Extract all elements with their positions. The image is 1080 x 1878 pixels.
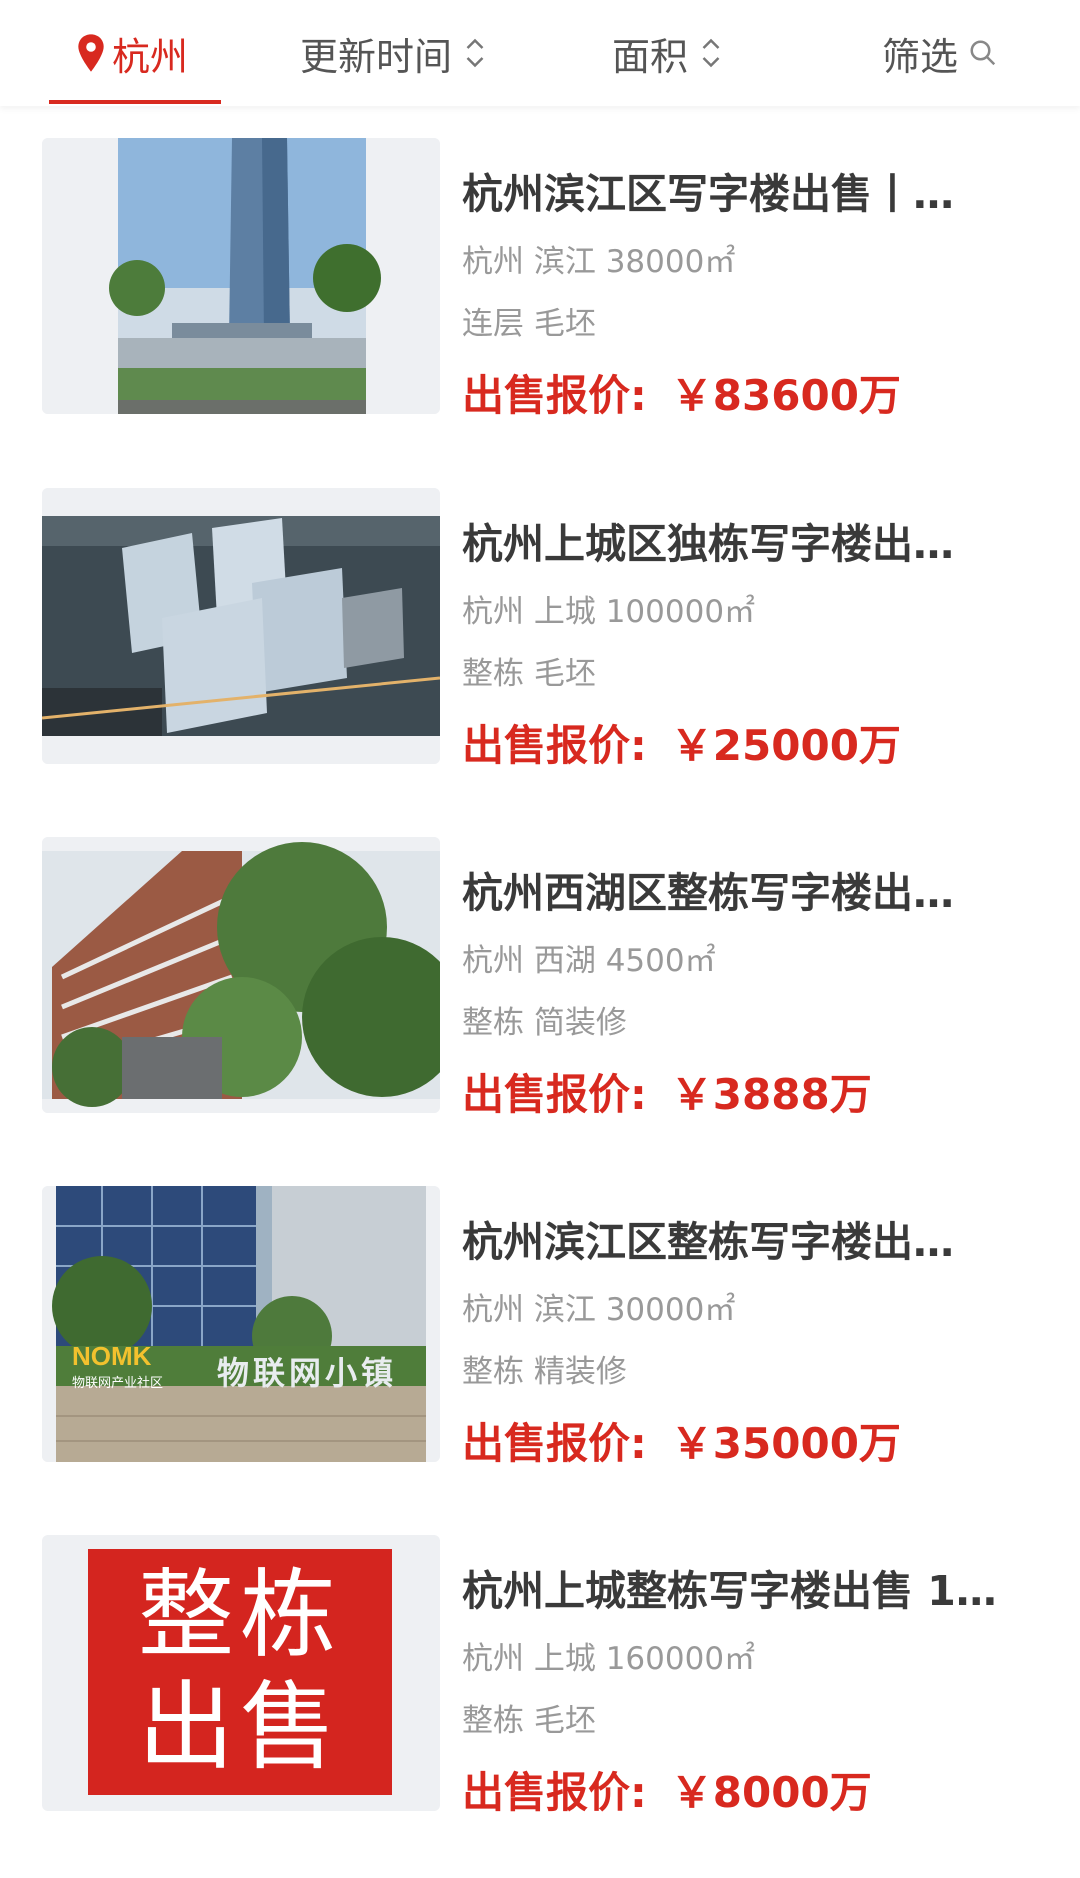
- listing-price: 出售报价: ￥3888万: [462, 1061, 872, 1122]
- listing-title: 杭州上城区独栋写字楼出…: [462, 520, 954, 568]
- listing-price: 出售报价: ￥25000万: [462, 712, 901, 773]
- price-label: 出售报价:: [462, 1419, 647, 1468]
- listing-item[interactable]: NOMK 物联网产业社区 物联网小镇 杭州滨江区整栋写字楼出… 杭州 滨江 30…: [0, 1186, 1080, 1468]
- campus-aerial-image: [42, 488, 440, 764]
- listing-location: 杭州 滨江 38000㎡: [462, 244, 736, 280]
- listing-thumbnail: NOMK 物联网产业社区 物联网小镇: [42, 1186, 440, 1462]
- updated-time-label: 更新时间: [300, 34, 453, 79]
- listing-title: 杭州滨江区写字楼出售丨…: [462, 170, 954, 218]
- listing-item[interactable]: 杭州上城区独栋写字楼出… 杭州 上城 100000㎡ 整栋 毛坯 出售报价: ￥2…: [0, 488, 1080, 770]
- sign-subtitle: 物联网产业社区: [72, 1375, 164, 1390]
- sign-line-2: 出售: [138, 1671, 342, 1783]
- price-label: 出售报价:: [462, 1070, 647, 1119]
- price-label: 出售报价:: [462, 721, 647, 770]
- sign-line-1: 整栋: [138, 1559, 342, 1671]
- price-value: ￥35000万: [670, 1419, 901, 1468]
- filter-button[interactable]: 筛选: [882, 0, 998, 106]
- listing-tags: 整栋 精装修: [462, 1354, 627, 1390]
- sort-toggle-icon: [466, 38, 484, 68]
- listing-thumbnail: [42, 488, 440, 764]
- listing-price: 出售报价: ￥35000万: [462, 1410, 901, 1471]
- price-value: ￥8000万: [670, 1768, 872, 1817]
- listing-tags: 连层 毛坯: [462, 306, 596, 342]
- filter-label: 筛选: [882, 34, 959, 79]
- sort-toggle-icon: [702, 38, 720, 68]
- listing-thumbnail: [42, 837, 440, 1113]
- listing-price: 出售报价: ￥8000万: [462, 1759, 872, 1820]
- listing-location: 杭州 滨江 30000㎡: [462, 1292, 736, 1328]
- listing-location: 杭州 上城 160000㎡: [462, 1641, 756, 1677]
- listing-title: 杭州上城整栋写字楼出售 1…: [462, 1567, 997, 1615]
- listing-tags: 整栋 毛坯: [462, 656, 596, 692]
- listing-title: 杭州西湖区整栋写字楼出…: [462, 869, 954, 917]
- listing-tags: 整栋 简装修: [462, 1005, 627, 1041]
- city-label: 杭州: [112, 34, 189, 79]
- price-value: ￥3888万: [670, 1070, 872, 1119]
- listing-thumbnail: 整栋 出售: [42, 1535, 440, 1811]
- sign-logo: NOMK: [72, 1341, 152, 1371]
- price-value: ￥83600万: [670, 371, 901, 420]
- whole-building-for-sale-sign: 整栋 出售: [88, 1549, 392, 1795]
- listing-title: 杭州滨江区整栋写字楼出…: [462, 1218, 954, 1266]
- sort-by-area[interactable]: 面积: [612, 0, 724, 106]
- listing-thumbnail: [42, 138, 440, 414]
- active-tab-underline: [49, 100, 221, 104]
- area-label: 面积: [612, 34, 689, 79]
- brick-building-image: [42, 837, 440, 1113]
- listing-location: 杭州 上城 100000㎡: [462, 594, 756, 630]
- price-label: 出售报价:: [462, 1768, 647, 1817]
- iot-town-entrance-image: [42, 1186, 440, 1462]
- listing-tags: 整栋 毛坯: [462, 1703, 596, 1739]
- listing-location: 杭州 西湖 4500㎡: [462, 943, 716, 979]
- search-icon: [970, 40, 996, 66]
- price-label: 出售报价:: [462, 371, 647, 420]
- listing-item[interactable]: 杭州滨江区写字楼出售丨… 杭州 滨江 38000㎡ 连层 毛坯 出售报价: ￥83…: [0, 138, 1080, 420]
- location-pin-icon: [78, 34, 104, 72]
- filter-bar: 杭州 更新时间 面积 筛选: [0, 0, 1080, 106]
- listing-item[interactable]: 杭州西湖区整栋写字楼出… 杭州 西湖 4500㎡ 整栋 简装修 出售报价: ￥38…: [0, 837, 1080, 1119]
- sort-by-updated-time[interactable]: 更新时间: [300, 0, 488, 106]
- city-selector[interactable]: 杭州: [74, 0, 188, 106]
- office-tower-image: [42, 138, 440, 414]
- listing-price: 出售报价: ￥83600万: [462, 362, 901, 423]
- listing-item[interactable]: 整栋 出售 杭州上城整栋写字楼出售 1… 杭州 上城 160000㎡ 整栋 毛坯…: [0, 1535, 1080, 1817]
- sign-text: 物联网小镇: [217, 1355, 398, 1391]
- price-value: ￥25000万: [670, 721, 901, 770]
